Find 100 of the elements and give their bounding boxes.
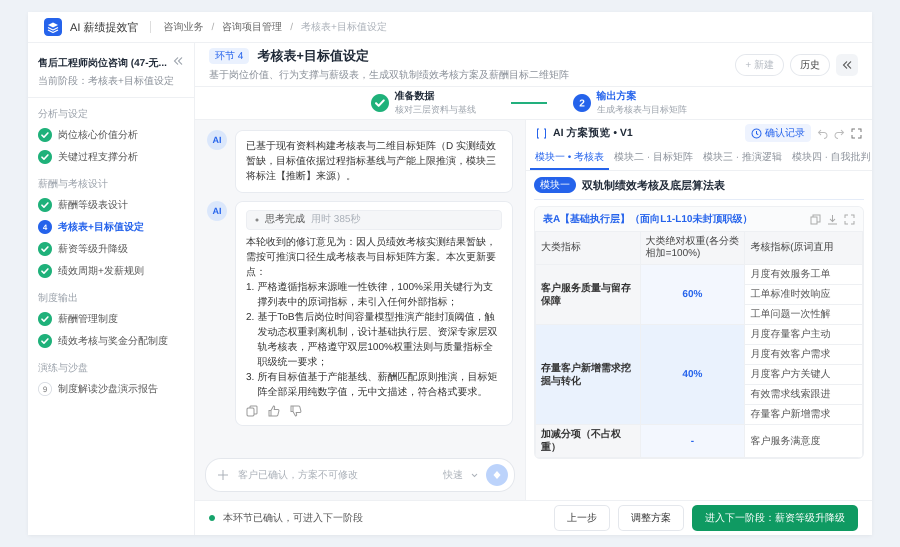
page-subtitle: 基于岗位价值、行为支撑与薪级表，生成双轨制绩效考核方案及薪酬目标二维矩阵 bbox=[209, 68, 570, 82]
check-icon bbox=[38, 242, 52, 256]
table-cell: 月度有效服务工单 bbox=[744, 264, 862, 284]
check-icon bbox=[38, 150, 52, 164]
thumbs-up-icon[interactable] bbox=[268, 405, 280, 417]
table-cell: 有效需求线索跟进 bbox=[744, 384, 862, 404]
copy-icon[interactable] bbox=[246, 405, 258, 417]
expand-icon[interactable] bbox=[844, 214, 855, 224]
table-cell: 工单问题一次性解 bbox=[744, 304, 862, 324]
section-heading: 制度输出 bbox=[37, 292, 79, 306]
section-heading: 分析与设定 bbox=[37, 108, 89, 122]
table-cell: - bbox=[640, 424, 745, 458]
check-icon bbox=[38, 312, 52, 326]
thinking-time: 用时 385秒 bbox=[311, 213, 360, 227]
check-icon bbox=[38, 264, 52, 278]
check-icon bbox=[38, 128, 52, 142]
table-cell: 月度有效客户需求 bbox=[744, 344, 862, 364]
step-subtitle: 生成考核表与目标矩阵 bbox=[596, 104, 686, 116]
current-stage: 当前阶段：考核表+目标值设定 bbox=[38, 75, 174, 89]
header-button[interactable]: 历史 bbox=[790, 54, 830, 76]
send-icon bbox=[492, 470, 502, 480]
sidebar-item[interactable]: 薪酬等级表设计 bbox=[28, 194, 194, 216]
step-number-icon: 2 bbox=[572, 94, 590, 112]
table-title: 表A【基础执行层】（面向L1-L10未封顶职级） bbox=[543, 212, 754, 226]
column-header: 考核指标(原词直用 bbox=[744, 232, 862, 264]
step-title: 准备数据 bbox=[394, 90, 436, 103]
list-item-text: 基于ToB售后岗位时间容量模型推演产能封顶阈值，触发动态权重剥离机制，设计基础执行层、资深专家层双轨考核表，严格遵守双层100%权重法则与质量指标全职级统一要求； bbox=[257, 310, 498, 370]
collapse-panel-button[interactable] bbox=[836, 54, 858, 76]
breadcrumb-separator: / bbox=[290, 22, 294, 32]
message-bubble: 已基于现有资料构建考核表与二维目标矩阵（D 实测绩效暂缺，目标值依据过程指标基线与产能上限推演，模块三将标注【推断】来源）。 bbox=[235, 130, 513, 193]
table-cell: 40% bbox=[640, 324, 745, 424]
table-cell: 存量客户新增需求 bbox=[744, 404, 862, 424]
check-icon bbox=[38, 334, 52, 348]
table-cell: 存量客户新增需求挖掘与转化 bbox=[536, 324, 640, 424]
section-heading: 薪酬与考核设计 bbox=[37, 178, 109, 192]
module-title: 双轨制绩效考核及底层算法表 bbox=[582, 178, 725, 192]
sidebar-item[interactable]: 薪酬管理制度 bbox=[28, 308, 194, 330]
sidebar-item[interactable]: 薪资等级升降级 bbox=[28, 238, 194, 260]
table-cell: 工单标准时效响应 bbox=[744, 284, 862, 304]
sidebar-item-label: 绩效周期+发薪规则 bbox=[58, 264, 144, 278]
column-header: 大类指标 bbox=[536, 232, 640, 264]
footer-button[interactable]: 调整方案 bbox=[618, 505, 684, 531]
sidebar-item-label: 薪酬等级表设计 bbox=[58, 198, 128, 212]
breadcrumb-link[interactable]: 咨询项目管理 bbox=[222, 20, 282, 34]
step-title: 输出方案 bbox=[596, 89, 638, 103]
sidebar-item[interactable]: 绩效周期+发薪规则 bbox=[28, 260, 194, 282]
clock-icon bbox=[751, 128, 762, 138]
sidebar-item[interactable]: 绩效考核与奖金分配制度 bbox=[28, 330, 194, 352]
column-header: 大类绝对权重(各分类相加=100%) bbox=[640, 232, 745, 264]
sidebar-item[interactable]: 关键过程支撑分析 bbox=[28, 146, 194, 168]
thinking-label: 思考完成 bbox=[265, 213, 305, 227]
table-cell: 客户服务满意度 bbox=[744, 424, 862, 458]
sidebar-item-label: 关键过程支撑分析 bbox=[58, 150, 138, 164]
caret-icon[interactable] bbox=[471, 472, 478, 478]
table-cell: 加减分项（不占权重） bbox=[536, 424, 640, 458]
list-number: 3. bbox=[246, 371, 254, 385]
step-subtitle: 核对三层资料与基线 bbox=[394, 104, 476, 116]
double-chevron-icon bbox=[841, 58, 853, 70]
list-item-text: 严格遵循指标来源唯一性铁律，100%采用关键行为支撑列表中的原词指标，未引入任何外部指标； bbox=[257, 280, 494, 310]
thumbs-down-icon[interactable] bbox=[290, 405, 302, 417]
list-number: 1. bbox=[246, 281, 254, 295]
redo-icon[interactable] bbox=[834, 128, 845, 138]
preview-title: AI 方案预览 • V1 bbox=[553, 126, 634, 140]
sidebar-item-label: 岗位核心价值分析 bbox=[58, 128, 138, 142]
sidebar-item[interactable]: 9 制度解读沙盘演示报告 bbox=[28, 378, 194, 400]
breadcrumb-separator: / bbox=[211, 22, 214, 32]
list-item-text: 所有目标值基于产能基线、薪酬匹配原则推演，目标矩阵全部采用纯数字值，无中文描述，符合格式要求。 bbox=[257, 370, 498, 400]
step-number-icon: 4 bbox=[38, 220, 52, 234]
app-name: AI 薪绩提效官 bbox=[70, 20, 138, 34]
sidebar-item-label: 绩效考核与奖金分配制度 bbox=[58, 334, 168, 348]
breadcrumb-link[interactable]: 咨询业务 bbox=[163, 20, 204, 34]
check-icon bbox=[370, 94, 388, 112]
message-text: 本轮收到的修订意见为：因人员绩效考核实测结果暂缺，需按可推演口径生成考核表与目标矩阵方案。本次更新要点： bbox=[246, 236, 497, 280]
fullscreen-icon[interactable] bbox=[851, 128, 862, 138]
check-icon bbox=[38, 198, 52, 212]
sidebar-item[interactable]: 岗位核心价值分析 bbox=[28, 124, 194, 146]
confirm-record-button[interactable]: 确认记录 bbox=[745, 124, 811, 142]
page-title: 考核表+目标值设定 bbox=[257, 47, 369, 65]
sidebar-item-label: 薪资等级升降级 bbox=[58, 242, 128, 256]
module-tab[interactable]: 模块一 • 考核表 bbox=[530, 146, 610, 170]
thinking-status[interactable]: 思考完成 用时 385秒 bbox=[246, 210, 502, 230]
collapse-icon[interactable] bbox=[172, 55, 184, 67]
table-cell: 客户服务质量与留存保障 bbox=[536, 264, 640, 324]
ai-avatar: AI bbox=[207, 201, 227, 221]
footer-button[interactable]: 上一步 bbox=[554, 505, 610, 531]
project-title: 售后工程师岗位咨询 (47-无... bbox=[38, 57, 167, 71]
app-logo-icon bbox=[44, 18, 62, 36]
copy-icon[interactable] bbox=[810, 214, 821, 224]
document-icon bbox=[536, 128, 547, 138]
sidebar-item-label: 考核表+目标值设定 bbox=[58, 220, 144, 234]
footer-button[interactable]: 进入下一阶段：薪资等级升降级 bbox=[692, 505, 858, 531]
status-dot-icon bbox=[209, 515, 215, 521]
send-button[interactable] bbox=[486, 464, 508, 486]
sidebar-item[interactable]: 4 考核表+目标值设定 bbox=[28, 216, 194, 238]
download-icon[interactable] bbox=[827, 214, 838, 224]
table-cell: 60% bbox=[640, 264, 745, 324]
undo-icon[interactable] bbox=[817, 128, 828, 138]
plus-icon[interactable] bbox=[218, 470, 228, 480]
sidebar-item-label: 薪酬管理制度 bbox=[58, 312, 118, 326]
table-cell: 月度客户方关键人 bbox=[744, 364, 862, 384]
